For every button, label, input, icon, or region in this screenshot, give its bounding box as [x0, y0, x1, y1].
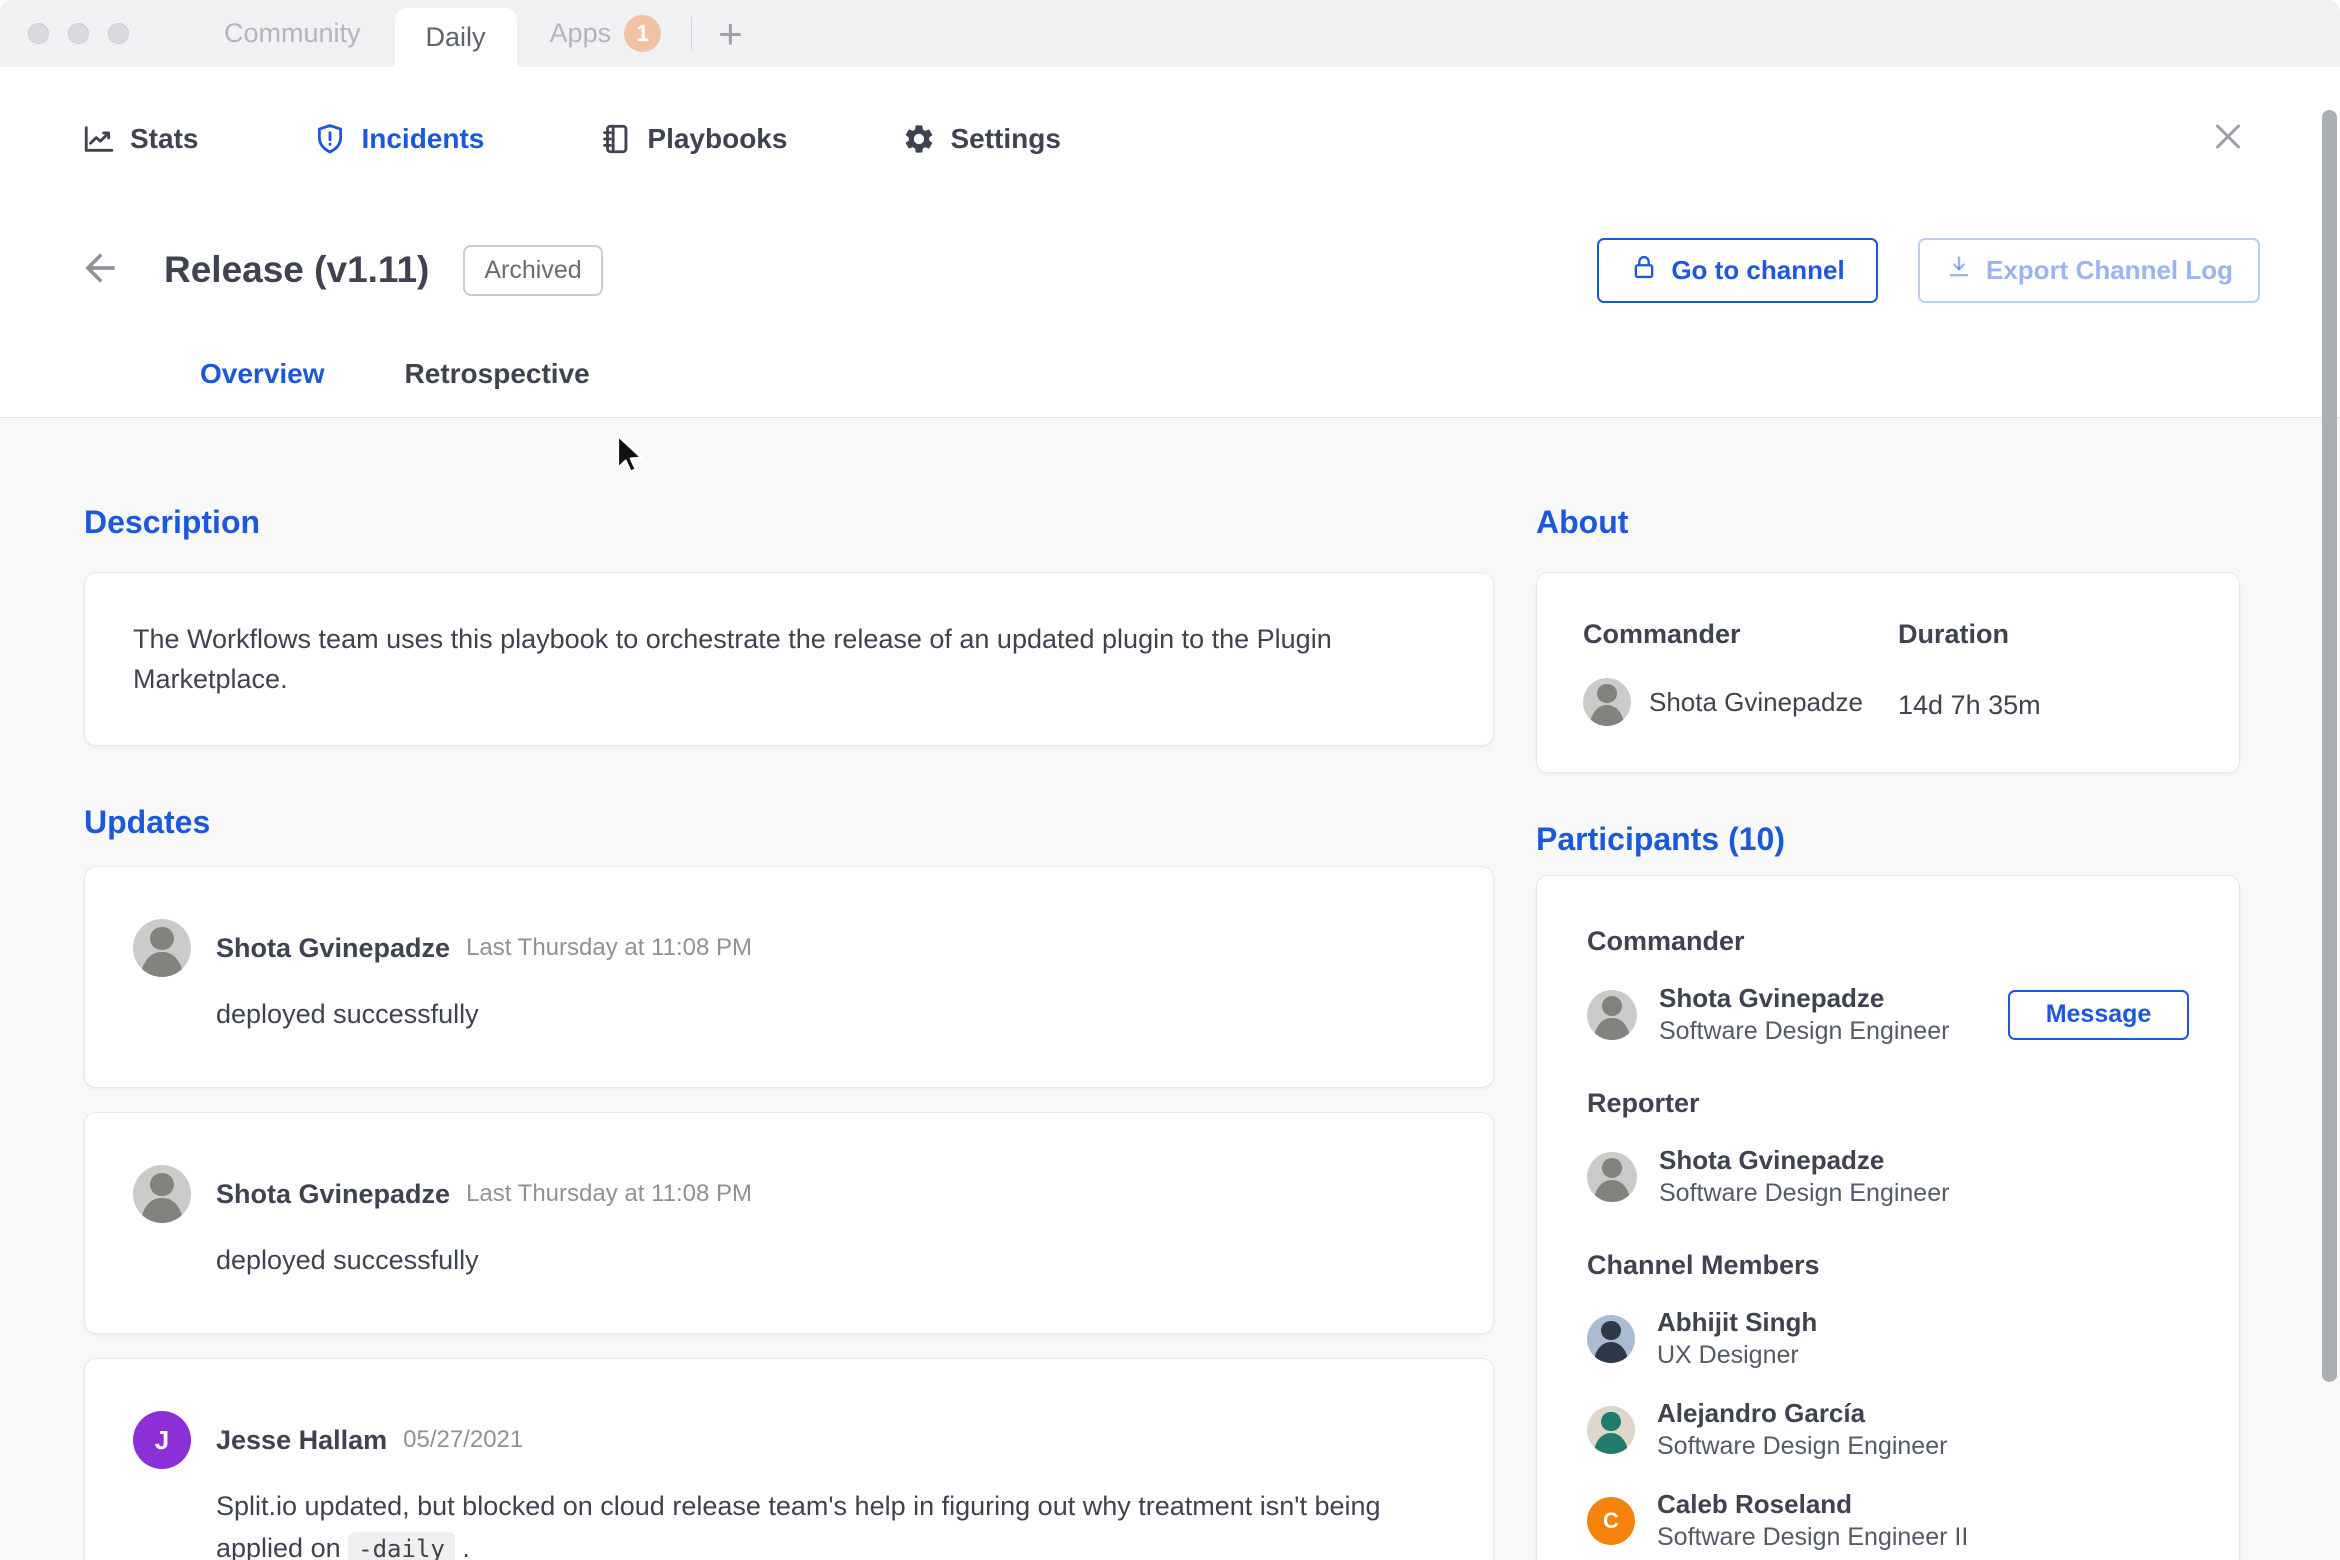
shield-alert-icon — [313, 122, 347, 156]
post-timestamp: 05/27/2021 — [403, 1426, 524, 1453]
server-tab-apps[interactable]: Apps 1 — [517, 0, 692, 67]
commander-name[interactable]: Shota Gvinepadze — [1649, 687, 1863, 718]
update-post: Shota Gvinepadze Last Thursday at 11:08 … — [84, 866, 1494, 1088]
nav-stats-label: Stats — [130, 122, 199, 154]
go-to-channel-label: Go to channel — [1671, 254, 1845, 285]
duration-label: Duration — [1898, 619, 2009, 649]
export-channel-log-button[interactable]: Export Channel Log — [1918, 237, 2260, 303]
duration-value: 14d 7h 35m — [1898, 690, 2041, 720]
participant-row: Shota Gvinepadze Software Design Enginee… — [1587, 1143, 2189, 1210]
nav-settings[interactable]: Settings — [902, 122, 1061, 156]
lock-icon — [1630, 253, 1658, 288]
update-post: Shota Gvinepadze Last Thursday at 11:08 … — [84, 1112, 1494, 1334]
member-role: Software Design Engineer — [1657, 1432, 1948, 1460]
member-name[interactable]: Caleb Roseland — [1657, 1487, 1968, 1521]
overview-content: Description The Workflows team uses this… — [0, 418, 2340, 1560]
nav-incidents-label: Incidents — [361, 122, 485, 154]
avatar — [133, 1165, 191, 1223]
back-button[interactable] — [78, 246, 122, 295]
export-channel-log-label: Export Channel Log — [1986, 254, 2233, 285]
nav-incidents[interactable]: Incidents — [313, 122, 484, 156]
new-tab-button[interactable]: + — [692, 0, 769, 67]
post-timestamp: Last Thursday at 11:08 PM — [466, 1180, 752, 1207]
inline-code: -daily — [348, 1532, 455, 1560]
post-text: deployed successfully — [216, 1245, 479, 1275]
close-icon — [2210, 124, 2246, 158]
incident-header: Release (v1.11) Archived Go to channel E… — [0, 210, 2340, 330]
channel-members-label: Channel Members — [1587, 1250, 1820, 1280]
arrow-left-icon — [78, 246, 122, 295]
window-minimize-light[interactable] — [68, 23, 89, 44]
avatar — [1587, 1405, 1635, 1454]
page-title: Release (v1.11) — [164, 249, 430, 290]
member-name[interactable]: Abhijit Singh — [1657, 1305, 1817, 1339]
window-titlebar: Community Daily Apps 1 + — [0, 0, 2340, 67]
nav-playbooks[interactable]: Playbooks — [599, 122, 787, 156]
window-close-light[interactable] — [28, 23, 49, 44]
description-card: The Workflows team uses this playbook to… — [84, 572, 1494, 746]
member-role: UX Designer — [1657, 1341, 1799, 1369]
nav-settings-label: Settings — [950, 122, 1061, 154]
member-row: C Caleb Roseland Software Design Enginee… — [1587, 1487, 2189, 1554]
member-row: Abhijit Singh UX Designer — [1587, 1305, 2189, 1372]
avatar: C — [1587, 1496, 1635, 1545]
server-tab-community[interactable]: Community — [160, 0, 395, 67]
post-text: deployed successfully — [216, 999, 479, 1029]
reporter-label: Reporter — [1587, 1088, 1700, 1118]
about-heading: About — [1536, 504, 1629, 540]
download-icon — [1945, 253, 1973, 288]
avatar — [1587, 1151, 1637, 1202]
nav-playbooks-label: Playbooks — [647, 122, 788, 154]
description-text: The Workflows team uses this playbook to… — [133, 624, 1332, 694]
server-tab-daily[interactable]: Daily — [394, 8, 517, 67]
traffic-lights — [0, 0, 160, 67]
participant-name[interactable]: Shota Gvinepadze — [1659, 1143, 1949, 1177]
updates-heading: Updates — [84, 804, 211, 840]
description-heading: Description — [84, 504, 261, 540]
post-author[interactable]: Shota Gvinepadze — [216, 1179, 450, 1210]
tab-retrospective[interactable]: Retrospective — [365, 344, 630, 417]
avatar — [133, 919, 191, 977]
chart-line-icon — [82, 122, 116, 156]
member-name[interactable]: Alejandro García — [1657, 1396, 1947, 1430]
gear-icon — [902, 122, 936, 156]
post-timestamp: Last Thursday at 11:08 PM — [466, 934, 752, 961]
post-author[interactable]: Jesse Hallam — [216, 1425, 387, 1456]
scrollbar-thumb[interactable] — [2322, 110, 2337, 1382]
tab-overview[interactable]: Overview — [160, 344, 365, 432]
go-to-channel-button[interactable]: Go to channel — [1597, 237, 1878, 303]
about-card: Commander Shota Gvinepadze Duration 14d … — [1536, 572, 2240, 773]
update-post: J Jesse Hallam 05/27/2021 Split.io updat… — [84, 1358, 1494, 1560]
participant-row: Shota Gvinepadze Software Design Enginee… — [1587, 981, 2189, 1048]
server-tab-apps-label: Apps — [549, 18, 612, 48]
playbook-icon — [599, 122, 633, 156]
post-text: Split.io updated, but blocked on cloud r… — [216, 1485, 1445, 1560]
participants-card: Commander Shota Gvinepadze Software Desi… — [1536, 875, 2240, 1560]
mention-badge: 1 — [624, 15, 662, 52]
commander-label: Commander — [1587, 926, 1745, 956]
participant-name[interactable]: Shota Gvinepadze — [1659, 981, 1949, 1015]
close-button[interactable] — [2210, 118, 2246, 159]
participants-heading: Participants (10) — [1536, 821, 1785, 857]
avatar — [1583, 678, 1631, 726]
nav-stats[interactable]: Stats — [82, 122, 198, 156]
archived-badge: Archived — [463, 244, 603, 296]
window-zoom-light[interactable] — [108, 23, 129, 44]
post-author[interactable]: Shota Gvinepadze — [216, 933, 450, 964]
avatar — [1587, 989, 1637, 1040]
commander-label: Commander — [1583, 619, 1741, 649]
avatar: J — [133, 1411, 191, 1469]
incident-tabs: Overview Retrospective — [0, 330, 2340, 432]
message-button[interactable]: Message — [2008, 989, 2189, 1040]
participant-role: Software Design Engineer — [1659, 1179, 1950, 1207]
member-role: Software Design Engineer II — [1657, 1523, 1969, 1551]
app-navbar: Stats Incidents Playbooks Settings — [0, 67, 2340, 210]
avatar — [1587, 1314, 1635, 1363]
member-row: Alejandro García Software Design Enginee… — [1587, 1396, 2189, 1463]
post-text-segment: . — [462, 1533, 470, 1560]
participant-role: Software Design Engineer — [1659, 1017, 1950, 1045]
